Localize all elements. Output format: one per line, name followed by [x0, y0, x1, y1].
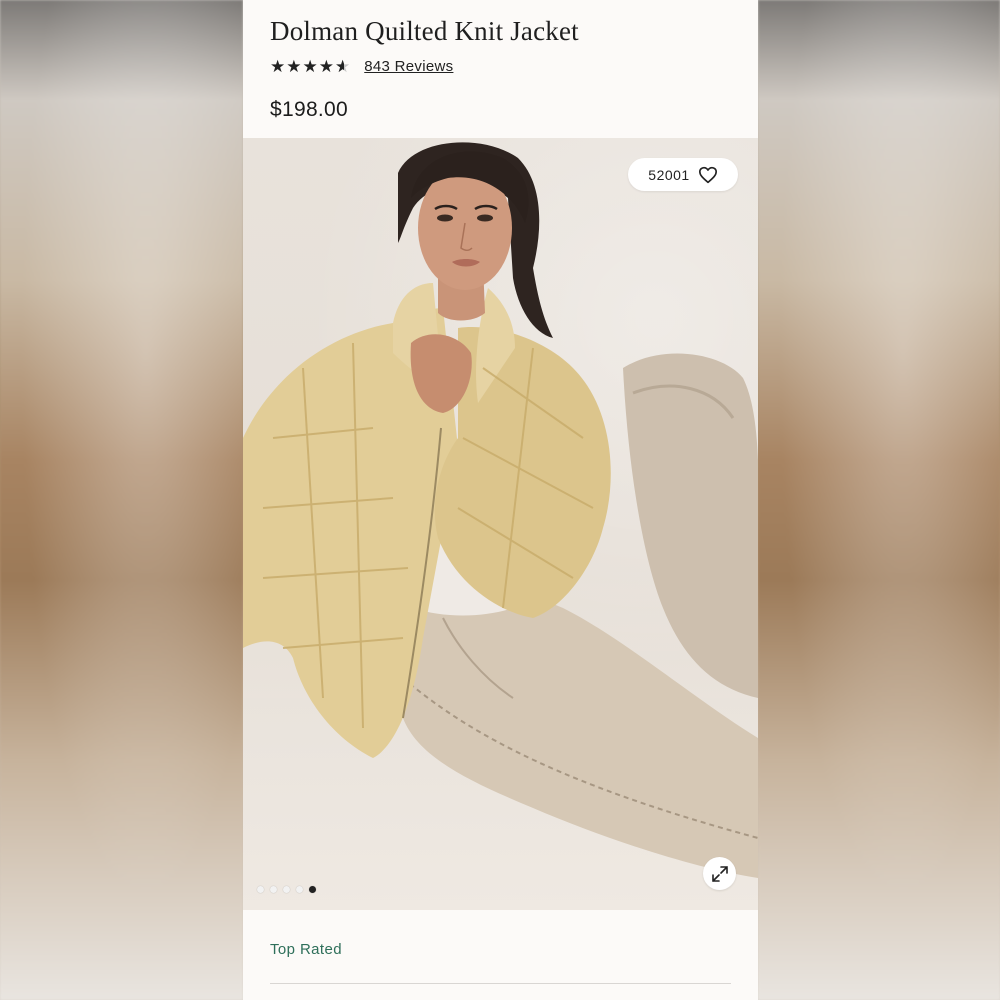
heart-outline-icon	[698, 166, 717, 183]
background-blur-left	[0, 0, 243, 1000]
product-price: $198.00	[270, 98, 349, 121]
product-details-section: Top Rated	[243, 910, 758, 1000]
rating-row: ★ ★ ★ ★ ★ ★ 843 Reviews	[270, 58, 453, 75]
likes-count: 52001	[648, 166, 690, 183]
expand-image-button[interactable]	[703, 857, 736, 890]
carousel-dot[interactable]	[257, 886, 264, 893]
star-rating: ★ ★ ★ ★ ★ ★	[270, 58, 350, 75]
product-image-carousel[interactable]: 52001	[243, 138, 758, 910]
reviews-link[interactable]: 843 Reviews	[364, 58, 453, 75]
half-star-icon: ★ ★	[335, 57, 351, 76]
carousel-dot[interactable]	[296, 886, 303, 893]
top-rated-badge: Top Rated	[270, 941, 342, 958]
carousel-dots	[257, 886, 316, 893]
carousel-dot-active[interactable]	[309, 886, 316, 893]
product-header: Dolman Quilted Knit Jacket ★ ★ ★ ★ ★ ★ 84…	[243, 0, 758, 138]
product-page: Dolman Quilted Knit Jacket ★ ★ ★ ★ ★ ★ 84…	[243, 0, 758, 1000]
product-photo	[243, 142, 758, 878]
star-icon: ★	[270, 57, 286, 76]
like-button[interactable]: 52001	[628, 158, 738, 191]
background-blur-right	[758, 0, 1000, 1000]
carousel-dot[interactable]	[270, 886, 277, 893]
star-icon: ★	[286, 57, 302, 76]
expand-arrows-icon	[711, 865, 728, 882]
carousel-dot[interactable]	[283, 886, 290, 893]
product-title: Dolman Quilted Knit Jacket	[270, 16, 579, 46]
star-icon: ★	[302, 57, 318, 76]
star-icon: ★	[318, 57, 334, 76]
divider	[270, 983, 731, 984]
